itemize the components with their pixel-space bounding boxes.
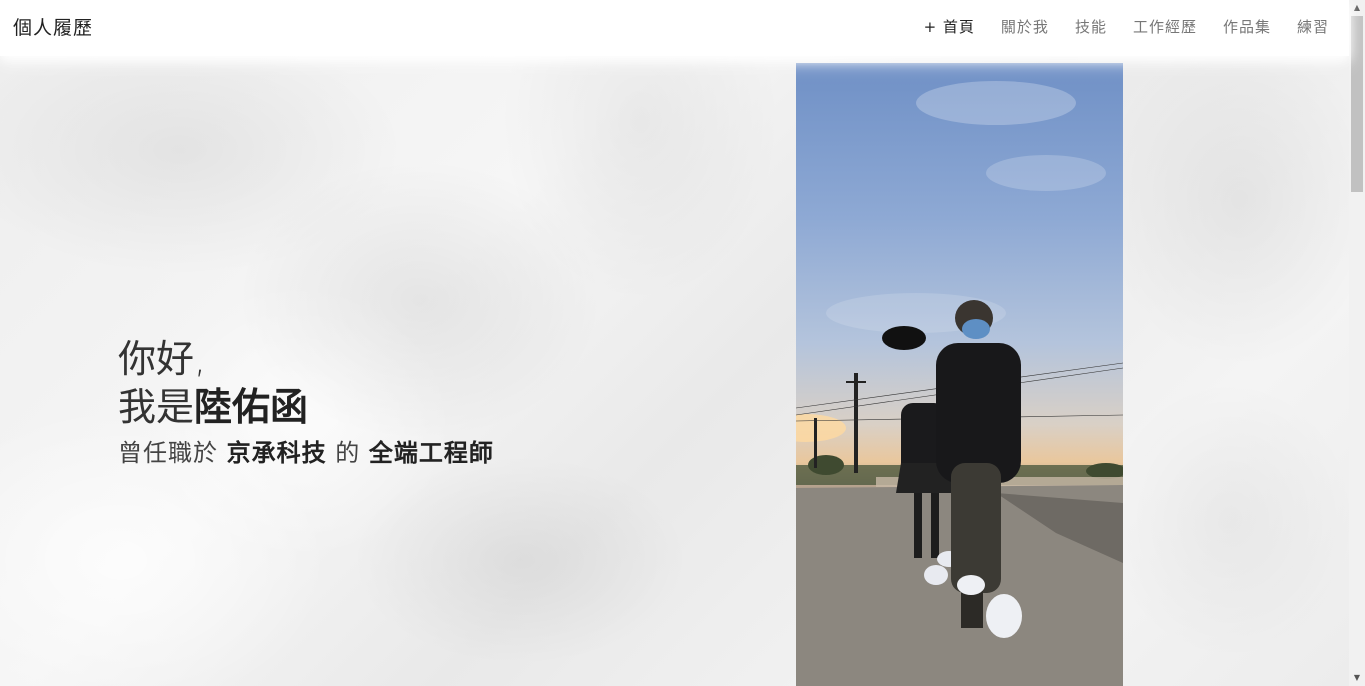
- site-header: 個人履歷 + 首頁 關於我 技能 工作經歷 作品集 練習: [0, 0, 1349, 56]
- hero-name-line: 我是陸佑函: [118, 383, 494, 431]
- scroll-down-arrow-icon[interactable]: ▼: [1349, 670, 1365, 686]
- hero-greeting: 你好,: [118, 337, 207, 381]
- brand-title[interactable]: 個人履歷: [13, 13, 93, 40]
- nav-item-portfolio[interactable]: 作品集: [1223, 16, 1271, 37]
- scroll-up-arrow-icon[interactable]: ▲: [1349, 0, 1365, 16]
- scroll-thumb[interactable]: [1351, 16, 1363, 192]
- nav-item-practice[interactable]: 練習: [1297, 16, 1329, 37]
- hero-name-prefix: 我是: [118, 385, 195, 429]
- profile-photo-illustration: [796, 81, 1123, 686]
- nav-item-home[interactable]: + 首頁: [924, 16, 975, 37]
- hero-company: 京承科技: [226, 439, 327, 467]
- hero-job-line: 曾任職於 京承科技 的 全端工程師: [118, 437, 494, 469]
- hero-job-prefix: 曾任職於: [118, 439, 218, 467]
- hero-intro: 你好, 我是陸佑函 曾任職於 京承科技 的 全端工程師: [118, 335, 494, 469]
- profile-photo: [796, 63, 1123, 686]
- hero-job-connector: 的: [335, 439, 361, 467]
- page: 個人履歷 + 首頁 關於我 技能 工作經歷 作品集 練習 你好, 我是陸佑函 曾…: [0, 0, 1365, 686]
- nav-item-experience[interactable]: 工作經歷: [1133, 16, 1197, 37]
- hero-name: 陸佑函: [194, 385, 309, 429]
- scrollbar[interactable]: ▲ ▼: [1349, 0, 1365, 686]
- hero-role: 全端工程師: [368, 439, 494, 467]
- nav-item-about[interactable]: 關於我: [1001, 16, 1049, 37]
- nav-item-skills[interactable]: 技能: [1075, 16, 1107, 37]
- main-nav: + 首頁 關於我 技能 工作經歷 作品集 練習: [924, 16, 1329, 37]
